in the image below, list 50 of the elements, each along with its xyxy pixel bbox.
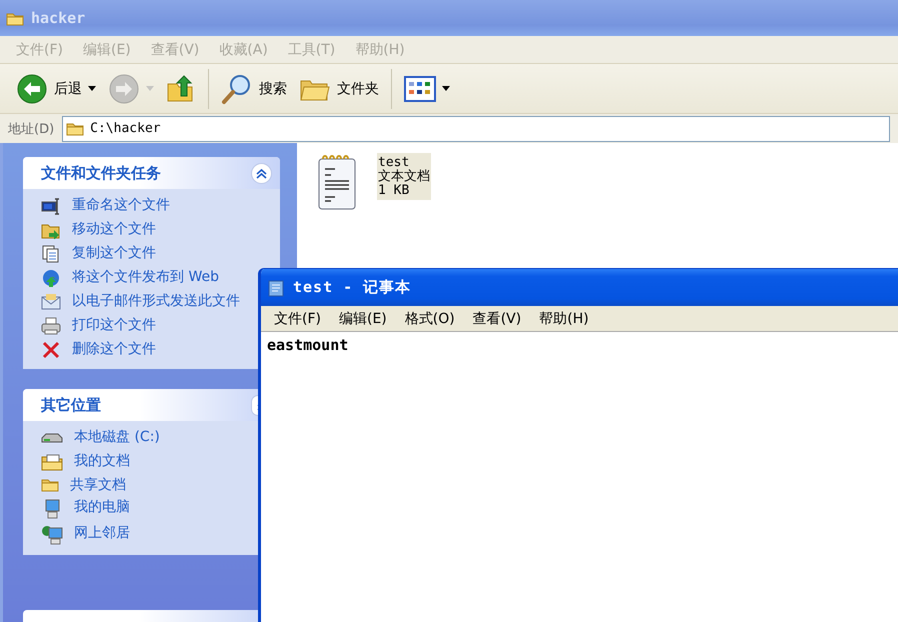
envelope-icon	[41, 293, 61, 311]
globe-upload-icon	[41, 269, 61, 287]
caret-icon	[442, 86, 450, 91]
collapse-button[interactable]	[251, 162, 272, 184]
folders-button[interactable]: 文件夹	[295, 72, 383, 106]
chevron-icon	[256, 168, 267, 178]
network-computers-icon	[41, 525, 63, 545]
task-link[interactable]: 打印这个文件	[72, 317, 156, 333]
copy-icon	[41, 245, 61, 263]
file-size: 1 KB	[378, 184, 410, 198]
task-link[interactable]: 移动这个文件	[72, 221, 156, 237]
window-title: hacker	[31, 9, 86, 27]
task-link[interactable]: 以电子邮件形式发送此文件	[72, 293, 240, 309]
file-name: test	[378, 156, 410, 170]
task-link[interactable]: 将这个文件发布到 Web	[72, 269, 219, 285]
task-link[interactable]: 复制这个文件	[72, 245, 156, 261]
caret-icon	[88, 86, 96, 91]
folder-icon	[66, 121, 84, 136]
text-area[interactable]: eastmount	[261, 331, 898, 622]
address-label: 地址(D)	[8, 120, 54, 138]
file-type: 文本文档	[378, 170, 430, 184]
delete-icon	[41, 341, 61, 359]
task-link[interactable]: 我的电脑	[74, 499, 130, 515]
views-icon	[404, 76, 436, 102]
menu-item[interactable]: 帮助(H)	[530, 310, 598, 328]
window-title: test - 记事本	[293, 278, 412, 297]
task-link[interactable]: 本地磁盘 (C:)	[74, 429, 160, 445]
address-field[interactable]: C:\hacker	[62, 116, 890, 142]
caret-icon	[146, 86, 154, 91]
task-link[interactable]: 删除这个文件	[72, 341, 156, 357]
task-link[interactable]: 重命名这个文件	[72, 197, 170, 213]
menu-item[interactable]: 格式(O)	[396, 310, 464, 328]
file-item[interactable]: test 文本文档 1 KB	[315, 153, 431, 211]
search-icon	[221, 72, 253, 104]
task-link[interactable]: 共享文档	[70, 477, 126, 493]
task-link[interactable]: 网上邻居	[74, 525, 130, 541]
task-link[interactable]: 我的文档	[74, 453, 130, 469]
notepad-icon	[267, 278, 285, 296]
search-button[interactable]: 搜索	[217, 70, 291, 108]
rename-icon	[41, 197, 61, 215]
printer-icon	[41, 317, 61, 335]
back-button[interactable]: 后退	[12, 70, 100, 108]
menu-item[interactable]: 文件(F)	[265, 310, 330, 328]
panel-title: 文件和文件夹任务	[41, 164, 161, 182]
menu-item[interactable]: 编辑(E)	[330, 310, 396, 328]
menu-item[interactable]: 查看(V)	[464, 310, 530, 328]
panel-title: 其它位置	[41, 396, 101, 414]
documents-folder-icon	[41, 453, 63, 471]
folder-icon	[41, 477, 59, 492]
folder-icon	[6, 10, 24, 26]
